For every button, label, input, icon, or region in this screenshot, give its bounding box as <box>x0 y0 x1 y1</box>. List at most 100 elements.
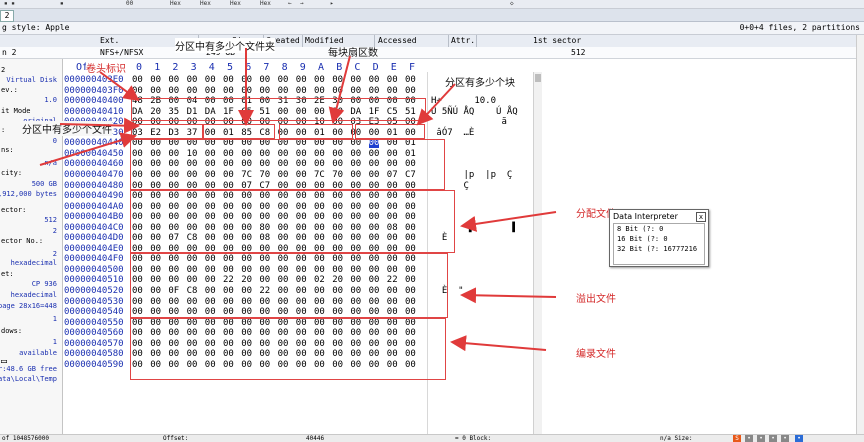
hex-byte[interactable]: 00 <box>205 86 216 96</box>
right-scrollbar[interactable] <box>856 35 864 434</box>
disk-info-item: ector: <box>1 206 27 214</box>
hex-row-offset[interactable]: 00000040410 <box>64 107 124 117</box>
hex-row-offset[interactable]: 00000040460 <box>64 159 124 169</box>
hex-byte[interactable]: 00 <box>387 75 398 85</box>
hex-row-offset[interactable]: 00000040400 <box>64 96 124 106</box>
hex-byte[interactable]: 00 <box>150 75 161 85</box>
hex-byte[interactable]: 00 <box>187 86 198 96</box>
toolbar-hex-4[interactable]: Hex <box>260 0 271 8</box>
toolbar-hex-1[interactable]: Hex <box>170 0 181 8</box>
hex-row-offset[interactable]: 00000040450 <box>64 149 124 159</box>
hex-row-offset[interactable]: 00000040550 <box>64 318 124 328</box>
close-icon[interactable]: x <box>696 212 706 222</box>
col-header-ext[interactable]: Ext. <box>100 35 119 47</box>
annotation-block-size: 每块扇区数 <box>328 48 378 59</box>
hex-byte[interactable]: 00 <box>296 75 307 85</box>
annotation-blocks: 分区有多少个块 <box>445 74 515 89</box>
hex-row-offset[interactable]: 00000040440 <box>64 138 124 148</box>
hex-byte[interactable]: 00 <box>314 75 325 85</box>
tab-disk[interactable]: 2 <box>0 10 14 22</box>
hex-row-ascii[interactable]: âÓ7 …È <box>431 128 474 138</box>
annotation-overflow: 溢出文件 <box>576 294 616 305</box>
hex-byte[interactable]: 00 <box>369 75 380 85</box>
hex-byte[interactable]: 00 <box>223 86 234 96</box>
scroll-thumb[interactable] <box>535 74 541 82</box>
hex-row-ascii[interactable]: ã <box>431 117 506 127</box>
hex-byte[interactable]: 00 <box>168 75 179 85</box>
hex-byte[interactable]: 00 <box>241 86 252 96</box>
file-row[interactable]: n 2 NFS+/NFSX 249 GB 512 <box>0 47 864 59</box>
settings-icon[interactable]: ◇ <box>510 0 514 8</box>
hex-row-offset[interactable]: 000000404A0 <box>64 202 124 212</box>
hex-row-offset[interactable]: 000000404E0 <box>64 244 124 254</box>
hex-row-offset[interactable]: 000000404C0 <box>64 223 124 233</box>
hex-byte[interactable]: 00 <box>187 75 198 85</box>
hex-byte[interactable]: 00 <box>168 86 179 96</box>
interpreter-16bit: 16 Bit (?: 0 <box>617 235 668 243</box>
disk-info-item: Virtual Disk <box>6 76 57 84</box>
col-header-attr[interactable]: Attr. <box>451 35 475 47</box>
toolbar-button-2[interactable]: ▪ <box>60 0 64 8</box>
box-allocation-file <box>130 190 455 253</box>
disk-info-item: r:48.6 GB free <box>0 365 57 373</box>
hex-row-offset[interactable]: 00000040470 <box>64 170 124 180</box>
box-total-blocks <box>355 124 425 139</box>
hex-byte[interactable]: 00 <box>332 75 343 85</box>
hex-row-offset[interactable]: 000000403F0 <box>64 86 124 96</box>
nav-icon[interactable]: ▸ <box>330 0 334 8</box>
hex-row-offset[interactable]: 00000040510 <box>64 275 124 285</box>
hex-scrollbar[interactable] <box>533 72 542 434</box>
hex-byte[interactable]: 00 <box>278 75 289 85</box>
toolbar-label-version: 00 <box>126 0 134 7</box>
hex-byte[interactable]: 00 <box>259 86 270 96</box>
hex-byte[interactable]: 00 <box>205 75 216 85</box>
hex-byte[interactable]: 00 <box>332 86 343 96</box>
hex-byte[interactable]: 00 <box>369 86 380 96</box>
toolbar-hex-2[interactable]: Hex <box>200 0 211 8</box>
disk-info-item: ector No.: <box>1 237 44 245</box>
hex-row-offset[interactable]: 00000040590 <box>64 360 124 370</box>
hex-byte[interactable]: 00 <box>296 86 307 96</box>
hex-byte[interactable]: 00 <box>278 86 289 96</box>
back-arrow-icon[interactable]: ← <box>288 0 292 8</box>
hex-row-ascii[interactable]: Ú 5ÑÚ ÅQ Ú ÅQ <box>431 107 518 117</box>
hex-column-header: 6 <box>245 62 252 73</box>
hex-byte[interactable]: 00 <box>405 86 416 96</box>
disk-info-item: ns: <box>1 146 14 154</box>
hex-byte[interactable]: 00 <box>132 75 143 85</box>
hex-row-offset[interactable]: 00000040530 <box>64 297 124 307</box>
hex-byte[interactable]: 00 <box>241 75 252 85</box>
hex-byte[interactable]: 00 <box>387 86 398 96</box>
hex-byte[interactable]: 00 <box>350 75 361 85</box>
hex-byte[interactable]: 00 <box>150 86 161 96</box>
hex-row-offset[interactable]: 00000040500 <box>64 265 124 275</box>
hex-row-offset[interactable]: 000000404F0 <box>64 254 124 264</box>
forward-arrow-icon[interactable]: → <box>300 0 304 8</box>
col-header-accessed[interactable]: Accessed <box>378 35 417 47</box>
hex-row-offset[interactable]: 00000040560 <box>64 328 124 338</box>
data-interpreter-title: Data Interpreter <box>613 212 678 221</box>
hex-byte[interactable]: 00 <box>350 86 361 96</box>
hex-row-offset[interactable]: 00000040540 <box>64 307 124 317</box>
hex-row-offset[interactable]: 000000404D0 <box>64 233 124 243</box>
hex-row-offset[interactable]: 000000404B0 <box>64 212 124 222</box>
disk-info-item: et: <box>1 270 14 278</box>
hex-row-offset[interactable]: 00000040570 <box>64 339 124 349</box>
hex-column-header: 3 <box>190 62 197 73</box>
disk-info-item: dows: <box>1 327 23 335</box>
toolbar-hex-3[interactable]: Hex <box>230 0 241 8</box>
toolbar-button-1[interactable]: ▪ ▪ <box>4 0 15 8</box>
hex-byte[interactable]: 00 <box>259 75 270 85</box>
hex-byte[interactable]: 00 <box>405 75 416 85</box>
hex-row-offset[interactable]: 00000040520 <box>64 286 124 296</box>
col-header-first-sector[interactable]: 1st sector <box>533 35 581 47</box>
hex-byte[interactable]: 00 <box>314 86 325 96</box>
hex-row-offset[interactable]: 000000403E0 <box>64 75 124 85</box>
hex-byte[interactable]: 00 <box>223 75 234 85</box>
hex-byte[interactable]: 00 <box>132 86 143 96</box>
hex-row-offset[interactable]: 00000040580 <box>64 349 124 359</box>
data-interpreter-window[interactable]: Data Interpreter x 8 Bit (?: 0 16 Bit (?… <box>609 209 709 267</box>
hex-row-offset[interactable]: 00000040480 <box>64 181 124 191</box>
hex-row-ascii[interactable]: H+ 10.0 <box>431 96 496 106</box>
hex-row-offset[interactable]: 00000040490 <box>64 191 124 201</box>
